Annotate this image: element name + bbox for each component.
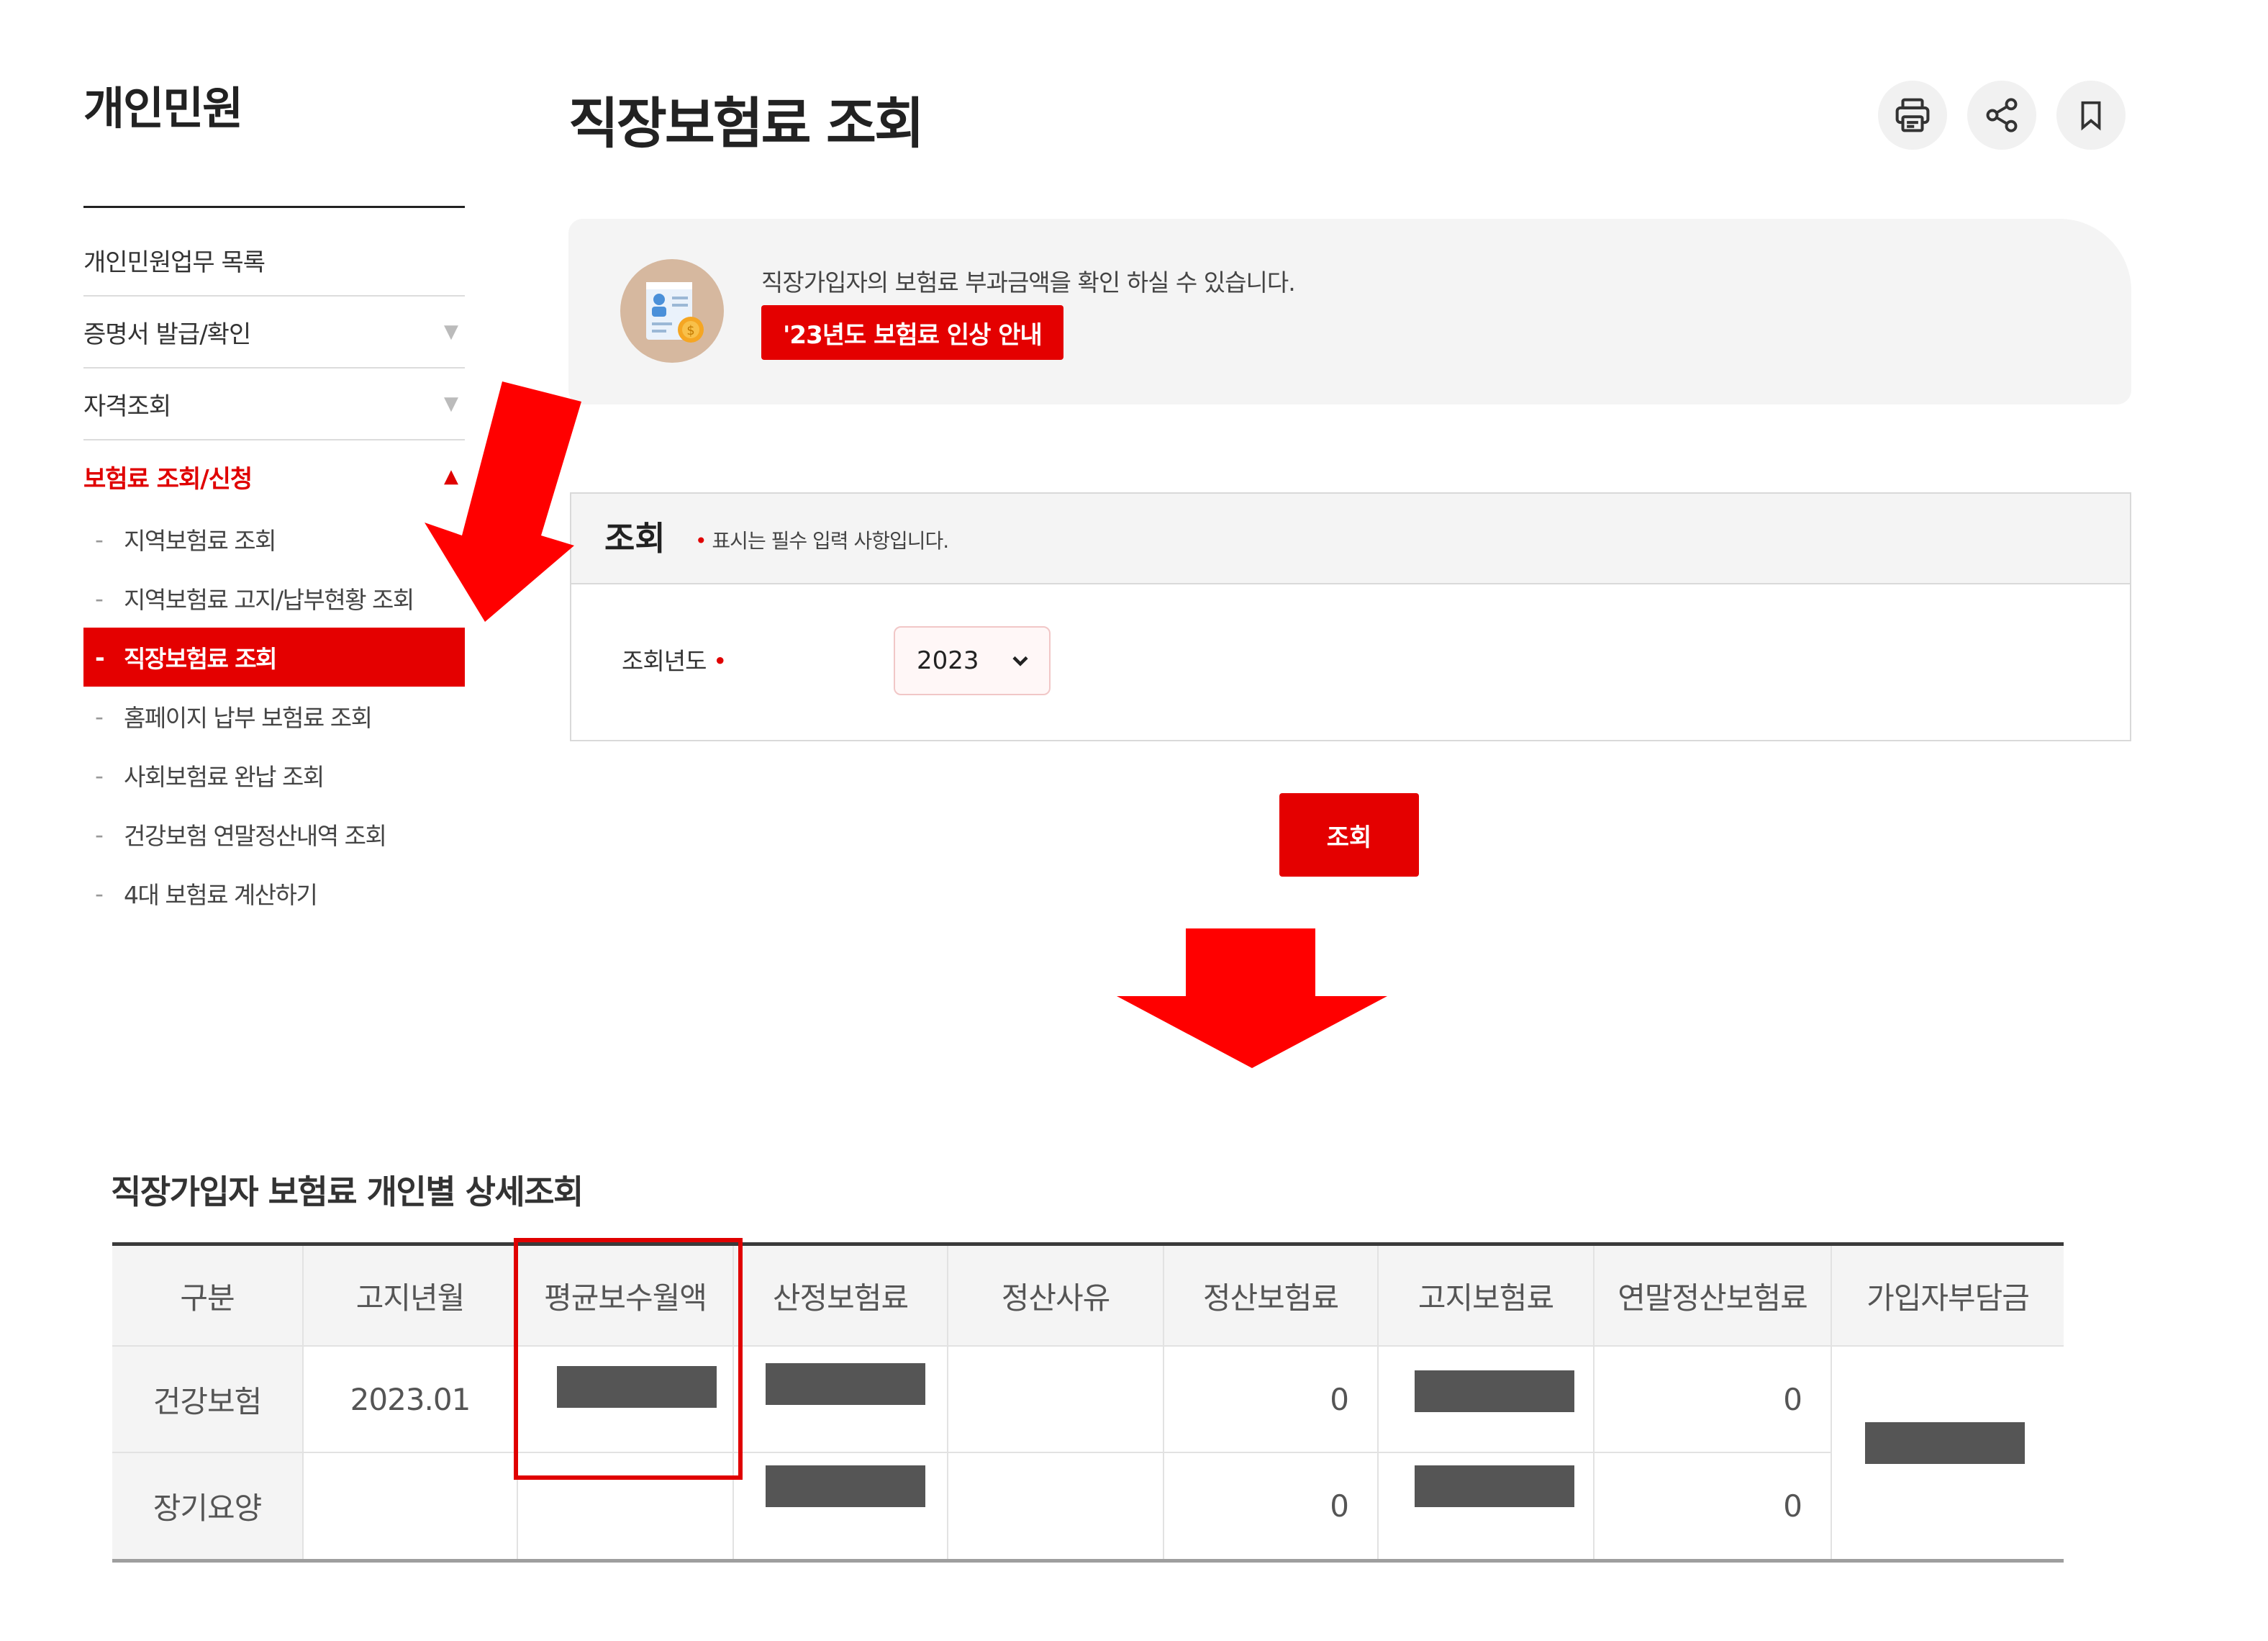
redacted-value	[766, 1465, 925, 1507]
sidebar-divider	[83, 206, 465, 208]
submenu-item-regional-billing[interactable]: - 지역보험료 고지/납부현황 조회	[83, 569, 465, 628]
table-cell-yearend: 0	[1595, 1453, 1832, 1559]
row-header: 건강보험	[112, 1347, 304, 1453]
year-label-text: 조회년도	[622, 647, 707, 675]
result-table-title: 직장가입자 보험료 개인별 상세조회	[111, 1172, 584, 1211]
required-note: • 표시는 필수 입력 사항입니다.	[695, 525, 949, 554]
menu-item-label: 자격조회	[83, 392, 171, 421]
menu-item-label: 보험료 조회/신청	[83, 464, 253, 494]
share-icon	[1986, 98, 2018, 132]
print-button[interactable]	[1878, 81, 1947, 150]
bullet-dash: -	[95, 702, 104, 731]
submenu-label: 홈페이지 납부 보험료 조회	[124, 704, 373, 732]
premium-increase-notice-button[interactable]: '23년도 보험료 인상 안내	[761, 305, 1063, 360]
submenu-item-web-payment[interactable]: - 홈페이지 납부 보험료 조회	[83, 687, 465, 746]
table-cell-reason	[948, 1453, 1164, 1559]
row-header: 장기요양	[112, 1453, 304, 1559]
column-header: 구분	[112, 1246, 304, 1347]
bullet-dash: -	[95, 879, 104, 908]
chevron-down-icon	[1012, 656, 1028, 666]
highlight-box-avg-pay	[514, 1238, 743, 1480]
menu-item-certificate[interactable]: 증명서 발급/확인 ▼	[83, 297, 465, 369]
info-text: 직장가입자의 보험료 부과금액을 확인 하실 수 있습니다.	[761, 268, 1296, 297]
menu-item-premium[interactable]: 보험료 조회/신청 ▲	[83, 440, 465, 512]
table-cell-settle: 0	[1164, 1347, 1379, 1453]
table-cell-reason	[948, 1347, 1164, 1453]
chevron-down-icon: ▼	[444, 321, 458, 343]
bullet-dash: -	[95, 643, 105, 672]
table-cell-yearend: 0	[1595, 1347, 1832, 1453]
page-title: 직장보험료 조회	[568, 91, 925, 155]
submenu-label: 4대 보험료 계산하기	[124, 881, 318, 909]
search-form-title: 조회	[604, 519, 666, 558]
column-header: 정산보험료	[1164, 1246, 1379, 1347]
search-button[interactable]: 조회	[1279, 793, 1419, 877]
submenu-label: 사회보험료 완납 조회	[124, 763, 325, 791]
annotation-arrow-diagonal	[425, 381, 581, 622]
sidebar-title: 개인민원	[83, 82, 243, 135]
redacted-value	[766, 1363, 925, 1405]
required-note-text: 표시는 필수 입력 사항입니다.	[712, 529, 949, 553]
required-mark: •	[712, 647, 727, 675]
bullet-dash: -	[95, 820, 104, 849]
column-header: 고지년월	[304, 1246, 518, 1347]
redacted-value	[1415, 1465, 1574, 1507]
redacted-value	[1865, 1422, 2025, 1464]
menu-item-eligibility[interactable]: 자격조회 ▼	[83, 369, 465, 440]
submenu-label: 지역보험료 고지/납부현황 조회	[124, 586, 414, 614]
submenu-label: 건강보험 연말정산내역 조회	[124, 822, 387, 850]
bookmark-button[interactable]	[2056, 81, 2126, 150]
year-select[interactable]: 2023	[894, 626, 1051, 695]
redacted-value	[1415, 1370, 1574, 1412]
svg-text:$: $	[686, 323, 694, 338]
bullet-dash: -	[95, 584, 104, 612]
table-cell-month: 2023.01	[304, 1347, 518, 1453]
submenu-item-yearend[interactable]: - 건강보험 연말정산내역 조회	[83, 805, 465, 864]
share-button[interactable]	[1967, 81, 2036, 150]
submenu-item-workplace[interactable]: - 직장보험료 조회	[83, 628, 465, 687]
table-cell-month	[304, 1453, 518, 1559]
bullet-dash: -	[95, 525, 104, 553]
table-bottom-border	[112, 1559, 2064, 1563]
column-header: 고지보험료	[1379, 1246, 1595, 1347]
column-header: 가입자부담금	[1832, 1246, 2064, 1347]
year-field-label: 조회년도 •	[622, 642, 727, 677]
document-coin-icon: $	[620, 259, 724, 363]
year-select-value: 2023	[917, 646, 979, 675]
submenu-item-regional[interactable]: - 지역보험료 조회	[83, 510, 465, 569]
bullet-dash: -	[95, 761, 104, 790]
bookmark-icon	[2081, 101, 2101, 131]
print-icon	[1895, 98, 1930, 132]
submenu-item-calculator[interactable]: -4대 보험료 계산하기	[83, 864, 465, 923]
required-mark: •	[695, 529, 707, 553]
annotation-arrow-down	[1117, 928, 1387, 1068]
table-cell-settle: 0	[1164, 1453, 1379, 1559]
menu-item-label: 개인민원업무 목록	[83, 248, 266, 277]
menu-item-label: 증명서 발급/확인	[83, 320, 251, 349]
submenu-label: 직장보험료 조회	[124, 645, 278, 673]
menu-item-list[interactable]: 개인민원업무 목록	[83, 225, 465, 297]
column-header: 연말정산보험료	[1595, 1246, 1832, 1347]
submenu-item-paid-in-full[interactable]: - 사회보험료 완납 조회	[83, 746, 465, 805]
column-header: 정산사유	[948, 1246, 1164, 1347]
column-header: 산정보험료	[734, 1246, 948, 1347]
submenu-label: 지역보험료 조회	[124, 527, 277, 555]
